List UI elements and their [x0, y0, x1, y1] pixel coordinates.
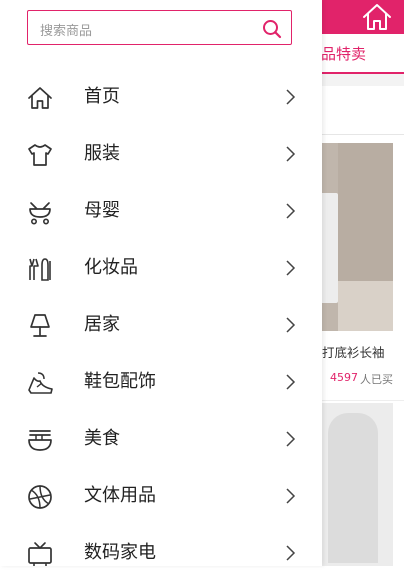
menu-item-label: 鞋包配饰 — [84, 371, 156, 392]
photo-garment — [320, 193, 338, 303]
product-image[interactable] — [320, 143, 393, 331]
search-icon[interactable] — [261, 18, 283, 40]
menu-item-label: 化妆品 — [84, 257, 138, 278]
chevron-right-icon — [284, 259, 296, 277]
menu-item-label: 服装 — [84, 143, 120, 164]
menu-item-home-living[interactable]: 居家 — [0, 299, 322, 351]
shirt-icon — [26, 141, 54, 169]
menu-item-label: 文体用品 — [84, 485, 156, 506]
menu-item-food[interactable]: 美食 — [0, 413, 322, 465]
chevron-right-icon — [284, 544, 296, 562]
chevron-right-icon — [284, 373, 296, 391]
menu-item-cosmetics[interactable]: 化妆品 — [0, 242, 322, 294]
cosmetics-icon — [26, 255, 54, 283]
menu-item-sports[interactable]: 文体用品 — [0, 470, 322, 522]
tv-icon — [26, 540, 54, 568]
menu-item-label: 美食 — [84, 428, 120, 449]
menu-item-label: 数码家电 — [84, 542, 156, 563]
product-title[interactable]: 打底衫长袖 — [322, 342, 385, 361]
tab-underline — [320, 72, 404, 74]
product-image[interactable] — [320, 403, 393, 566]
photo-garment — [328, 413, 378, 563]
menu-item-home[interactable]: 首页 — [0, 71, 322, 123]
stroller-icon — [26, 198, 54, 226]
search-input[interactable]: 搜索商品 — [40, 20, 92, 39]
chevron-right-icon — [284, 430, 296, 448]
menu-item-label: 首页 — [84, 86, 120, 107]
home-icon[interactable] — [358, 0, 396, 34]
photo-floor — [338, 281, 393, 331]
menu-item-shoes-bags[interactable]: 鞋包配饰 — [0, 356, 322, 408]
chevron-right-icon — [284, 316, 296, 334]
menu-item-label: 母婴 — [84, 200, 120, 221]
category-drawer: 搜索商品 首页 服装 母婴 化妆品 居家 鞋包配饰 美食 文体用品 数码家电 — [0, 0, 322, 566]
noodle-bowl-icon — [26, 426, 54, 454]
home-icon — [26, 84, 54, 112]
search-box[interactable]: 搜索商品 — [27, 10, 292, 45]
menu-item-electronics[interactable]: 数码家电 — [0, 527, 322, 579]
product-sold-label: 人已买 — [360, 373, 393, 386]
shoe-icon — [26, 369, 54, 397]
lamp-icon — [26, 312, 54, 340]
ball-icon — [26, 483, 54, 511]
chevron-right-icon — [284, 202, 296, 220]
menu-item-baby[interactable]: 母婴 — [0, 185, 322, 237]
menu-item-label: 居家 — [84, 314, 120, 335]
product-price: 4597 — [330, 371, 358, 384]
chevron-right-icon — [284, 145, 296, 163]
tab-sale[interactable]: 品特卖 — [321, 43, 366, 64]
chevron-right-icon — [284, 487, 296, 505]
chevron-right-icon — [284, 88, 296, 106]
menu-item-clothing[interactable]: 服装 — [0, 128, 322, 180]
